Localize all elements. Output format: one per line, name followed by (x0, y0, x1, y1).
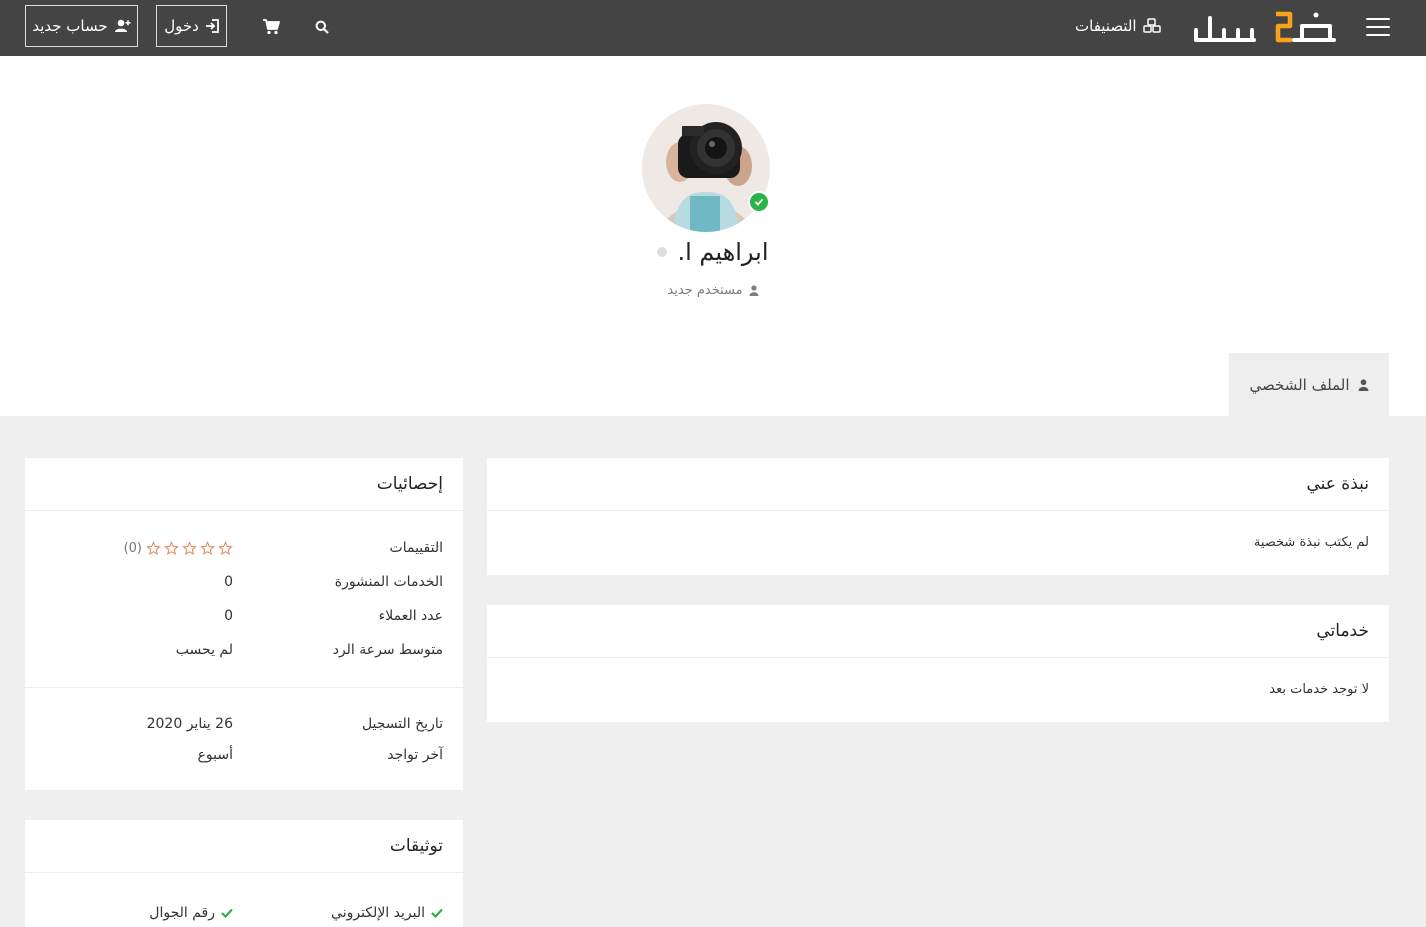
stat-row-services: الخدمات المنشورة 0 (25, 570, 463, 594)
user-plus-icon (114, 19, 131, 32)
stat-label: عدد العملاء (378, 608, 443, 624)
stat-row-ratings: التقييمات (0) (25, 536, 463, 560)
profile-avatar (642, 104, 770, 232)
stat-row-last-seen: آخر تواجد أسبوع (25, 743, 463, 767)
online-status-dot (657, 247, 668, 257)
about-title: نبذة عني (487, 458, 1389, 511)
stat-value: أسبوع (197, 747, 233, 763)
verification-label: البريد الإلكتروني (331, 905, 425, 921)
categories-menu[interactable]: التصنيفات (1075, 14, 1161, 38)
stat-value: 0 (224, 608, 233, 624)
sign-in-icon (205, 19, 219, 33)
stat-row-clients: عدد العملاء 0 (25, 604, 463, 628)
tab-profile-label: الملف الشخصي (1249, 375, 1350, 394)
cubes-icon (1142, 18, 1161, 33)
verified-check-icon (748, 191, 770, 213)
user-icon (749, 285, 759, 296)
verification-phone: رقم الجوال (149, 902, 233, 924)
stat-label: التقييمات (389, 540, 443, 556)
menu-hamburger-icon[interactable] (1366, 18, 1390, 36)
stat-value: 26 يناير 2020 (146, 716, 233, 732)
stat-label: الخدمات المنشورة (334, 574, 443, 590)
services-title: خدماتي (487, 605, 1389, 658)
profile-role: مستخدم جديد (500, 283, 926, 298)
rating-stars (146, 540, 233, 556)
star-empty-icon (164, 540, 179, 555)
login-button[interactable]: دخول (156, 5, 227, 47)
verification-email: البريد الإلكتروني (331, 902, 443, 924)
stat-value: 0 (224, 574, 233, 590)
categories-label: التصنيفات (1075, 17, 1137, 35)
avatar-photo (642, 104, 770, 232)
star-empty-icon (146, 540, 161, 555)
stat-label: تاريخ التسجيل (361, 716, 443, 732)
about-text: لم يكتب نبذة شخصية (1253, 535, 1369, 550)
services-card: خدماتي لا توجد خدمات بعد (487, 605, 1389, 722)
main-content: نبذة عني لم يكتب نبذة شخصية خدماتي لا تو… (0, 416, 1426, 927)
verifications-title: توثيقات (25, 820, 463, 873)
signup-label: حساب جديد (32, 17, 108, 35)
profile-name: ابراهيم ا. (677, 238, 769, 266)
stat-row-response: متوسط سرعة الرد لم يحسب (25, 638, 463, 662)
profile-role-label: مستخدم جديد (667, 283, 743, 298)
check-icon (221, 908, 233, 918)
verifications-card: توثيقات البريد الإلكتروني رقم الجوال (25, 820, 463, 927)
rating-value: (0) (120, 541, 233, 556)
signup-button[interactable]: حساب جديد (25, 5, 138, 47)
star-empty-icon (200, 540, 215, 555)
login-label: دخول (164, 17, 199, 35)
top-navbar: حساب جديد دخول التصنيفات (0, 0, 1426, 56)
stats-title: إحصائيات (25, 458, 463, 511)
profile-name-row: ابراهيم ا. (500, 238, 926, 266)
stat-value: لم يحسب (175, 642, 233, 658)
services-text: لا توجد خدمات بعد (1269, 682, 1369, 697)
check-icon (431, 908, 443, 918)
stat-row-registered: تاريخ التسجيل 26 يناير 2020 (25, 712, 463, 736)
about-card: نبذة عني لم يكتب نبذة شخصية (487, 458, 1389, 575)
user-icon (1358, 378, 1368, 391)
verification-label: رقم الجوال (149, 905, 215, 921)
tab-profile[interactable]: الملف الشخصي (1229, 353, 1389, 416)
star-empty-icon (218, 540, 233, 555)
search-icon[interactable] (311, 16, 333, 38)
divider (25, 687, 463, 688)
stats-card: إحصائيات التقييمات (0) الخدمات المنشورة … (25, 458, 463, 790)
rating-count: (0) (123, 540, 142, 556)
site-logo[interactable] (1190, 4, 1340, 50)
cart-icon[interactable] (260, 16, 282, 38)
stat-label: متوسط سرعة الرد (332, 642, 443, 658)
stat-label: آخر تواجد (387, 747, 443, 763)
star-empty-icon (182, 540, 197, 555)
